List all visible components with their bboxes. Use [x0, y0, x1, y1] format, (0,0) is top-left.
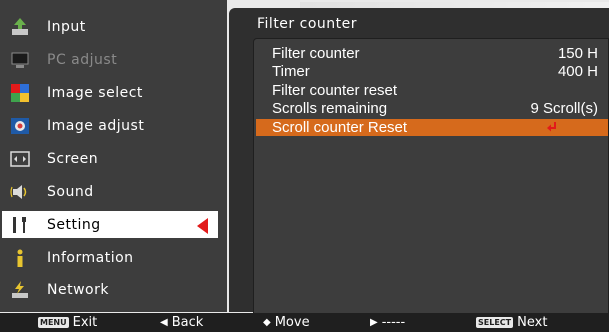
- help-move: ◆ Move: [263, 315, 310, 330]
- panel-title: Filter counter: [257, 16, 357, 32]
- filter-counter-panel: Filter counter Filter counter 150 H Time…: [229, 8, 609, 314]
- image-select-icon: [11, 84, 29, 102]
- help-dashes: -----: [381, 315, 406, 330]
- row-filter-counter[interactable]: Filter counter 150 H: [256, 45, 608, 62]
- row-value: 9 Scroll(s): [530, 100, 598, 117]
- help-next-arrow: ▶ -----: [370, 315, 405, 330]
- menu-item-image-adjust[interactable]: Image adjust: [0, 111, 227, 141]
- menu-key-icon: MENU: [38, 317, 69, 328]
- setting-icon: [13, 217, 26, 233]
- menu-item-label: Network: [47, 282, 109, 298]
- help-back: ◀ Back: [160, 315, 203, 330]
- row-label: Timer: [272, 63, 310, 80]
- image-adjust-icon: [11, 118, 29, 134]
- help-move-label: Move: [274, 315, 310, 330]
- menu-item-label: Input: [47, 19, 86, 35]
- menu-item-label: Screen: [47, 151, 99, 167]
- help-exit: MENU Exit: [38, 315, 97, 330]
- network-icon: [12, 281, 28, 298]
- enter-icon: [547, 122, 556, 132]
- menu-item-network[interactable]: Network: [0, 275, 227, 305]
- row-scroll-counter-reset[interactable]: Scroll counter Reset: [256, 119, 608, 136]
- select-key-icon: SELECT: [476, 317, 514, 328]
- row-value: 150 H: [557, 45, 598, 62]
- help-back-label: Back: [171, 315, 204, 330]
- menu-item-label: Setting: [47, 216, 101, 233]
- help-exit-label: Exit: [72, 315, 98, 330]
- row-filter-counter-reset[interactable]: Filter counter reset: [256, 82, 608, 99]
- row-label: Scroll counter Reset: [272, 119, 408, 136]
- input-icon: [12, 18, 28, 35]
- bottom-help-bar: MENU Exit ◀ Back ◆ Move ▶ ----- SELECT N…: [0, 313, 609, 332]
- menu-item-label: Image select: [47, 85, 143, 101]
- row-scrolls-remaining[interactable]: Scrolls remaining 9 Scroll(s): [256, 100, 608, 117]
- row-value: 400 H: [557, 63, 598, 80]
- pc-adjust-icon: [11, 52, 29, 68]
- panel-content: Filter counter 150 H Timer 400 H Filter …: [253, 38, 609, 314]
- left-arrow-icon: ◀: [160, 317, 168, 328]
- menu-item-sound[interactable]: Sound: [0, 177, 227, 207]
- menu-item-label: Image adjust: [47, 118, 145, 134]
- menu-item-label: Information: [47, 250, 134, 266]
- up-down-arrow-icon: ◆: [263, 317, 271, 328]
- row-label: Filter counter reset: [272, 82, 398, 99]
- menu-item-screen[interactable]: Screen: [0, 144, 227, 174]
- row-label: Scrolls remaining: [272, 100, 388, 117]
- menu-item-label: PC adjust: [47, 52, 118, 68]
- information-icon: [17, 249, 23, 267]
- screen-icon: [10, 151, 30, 167]
- sound-icon: [10, 185, 27, 199]
- help-next: SELECT Next: [476, 315, 547, 330]
- row-timer[interactable]: Timer 400 H: [256, 63, 608, 80]
- selected-arrow-icon: [197, 218, 208, 234]
- menu-item-pc-adjust[interactable]: PC adjust: [0, 45, 227, 75]
- row-label: Filter counter: [272, 45, 360, 62]
- right-arrow-icon: ▶: [370, 317, 378, 328]
- help-next-label: Next: [517, 315, 548, 330]
- menu-item-image-select[interactable]: Image select: [0, 78, 227, 108]
- menu-item-input[interactable]: Input: [0, 12, 227, 42]
- menu-item-label: Sound: [47, 184, 94, 200]
- menu-item-information[interactable]: Information: [0, 243, 227, 273]
- menu-item-setting[interactable]: Setting: [0, 209, 220, 240]
- main-menu: Input PC adjust Image select Image adjus…: [0, 0, 227, 312]
